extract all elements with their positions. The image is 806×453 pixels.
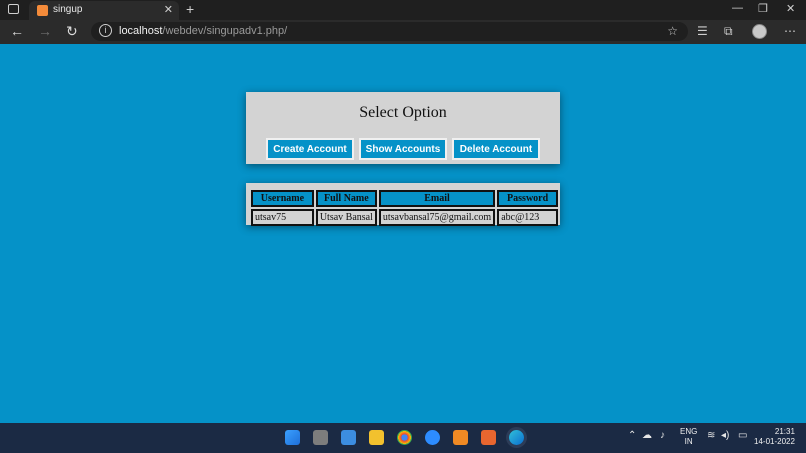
select-option-panel: Select Option Create Account Show Accoun… <box>246 92 560 164</box>
cell-email: utsavbansal75@gmail.com <box>378 209 496 226</box>
volume-icon[interactable]: ◂) <box>721 430 729 441</box>
cell-full-name: Utsav Bansal <box>315 209 377 226</box>
create-account-button[interactable]: Create Account <box>266 138 354 160</box>
show-accounts-button[interactable]: Show Accounts <box>359 138 447 160</box>
more-menu-icon[interactable]: ⋯ <box>784 24 796 38</box>
minimize-button[interactable]: — <box>732 2 743 14</box>
url-path: /webdev/singupadv1.php/ <box>162 25 288 37</box>
back-button[interactable]: ← <box>10 23 24 39</box>
battery-icon[interactable]: ▭ <box>738 430 747 441</box>
language-code: ENG <box>680 427 698 436</box>
browser-tab-bar: singup ✕ + — ❐ ✕ <box>0 0 806 20</box>
microphone-icon[interactable]: ♪ <box>660 430 665 441</box>
restore-button[interactable]: ❐ <box>758 2 768 15</box>
tab-title: singup <box>53 4 83 15</box>
header-password: Password <box>497 190 558 207</box>
language-indicator[interactable]: ENG IN <box>680 427 697 447</box>
header-username: Username <box>251 190 314 207</box>
collections-icon[interactable]: ⧉ <box>724 24 733 39</box>
profile-avatar[interactable] <box>752 24 767 39</box>
forward-button[interactable]: → <box>38 23 52 39</box>
url-host: localhost <box>119 25 163 37</box>
panel-title: Select Option <box>359 104 447 121</box>
windows-taskbar: ⌃ ☁ ♪ ENG IN ≋ ◂) ▭ 21:31 14-01-2022 <box>0 423 806 453</box>
cell-username: utsav75 <box>251 209 314 226</box>
zoom-icon[interactable] <box>425 430 440 445</box>
site-info-icon[interactable]: i <box>99 24 112 37</box>
xampp-icon[interactable] <box>481 430 496 445</box>
reload-button[interactable]: ↻ <box>66 23 78 40</box>
address-bar[interactable]: i localhost/webdev/singupadv1.php/ ☆ <box>91 22 688 41</box>
header-full-name: Full Name <box>315 190 377 207</box>
new-tab-button[interactable]: + <box>186 1 194 17</box>
accounts-table: Username Full Name Email Password utsav7… <box>249 188 560 228</box>
clock-time: 21:31 <box>774 427 795 436</box>
wifi-icon[interactable]: ≋ <box>707 430 715 441</box>
chrome-icon[interactable] <box>397 430 412 445</box>
edge-icon[interactable] <box>509 430 524 445</box>
favorite-star-icon[interactable]: ☆ <box>667 24 678 38</box>
delete-account-button[interactable]: Delete Account <box>452 138 540 160</box>
xampp-favicon-icon <box>37 5 48 16</box>
show-hidden-icons-icon[interactable]: ⌃ <box>628 430 636 441</box>
table-header-row: Username Full Name Email Password <box>251 190 558 207</box>
header-email: Email <box>378 190 496 207</box>
onedrive-cloud-icon[interactable]: ☁ <box>642 430 652 441</box>
favorites-icon[interactable]: ☰ <box>697 24 708 38</box>
widgets-icon[interactable] <box>341 430 356 445</box>
browser-toolbar: ← → ↻ i localhost/webdev/singupadv1.php/… <box>0 20 806 44</box>
file-explorer-icon[interactable] <box>369 430 384 445</box>
table-row: utsav75 Utsav Bansal utsavbansal75@gmail… <box>251 209 558 226</box>
cell-password: abc@123 <box>497 209 558 226</box>
browser-tab[interactable]: singup ✕ <box>29 1 179 20</box>
region-code: IN <box>684 437 693 446</box>
start-icon[interactable] <box>285 430 300 445</box>
tab-close-icon[interactable]: ✕ <box>164 3 173 16</box>
url-text[interactable]: localhost/webdev/singupadv1.php/ <box>119 25 287 37</box>
task-view-icon[interactable] <box>313 430 328 445</box>
clock[interactable]: 21:31 14-01-2022 <box>754 427 795 447</box>
accounts-table-panel: Username Full Name Email Password utsav7… <box>246 183 560 228</box>
window-menu-icon[interactable] <box>8 4 19 14</box>
clock-date: 14-01-2022 <box>754 437 795 446</box>
sublime-text-icon[interactable] <box>453 430 468 445</box>
close-window-button[interactable]: ✕ <box>786 2 795 15</box>
